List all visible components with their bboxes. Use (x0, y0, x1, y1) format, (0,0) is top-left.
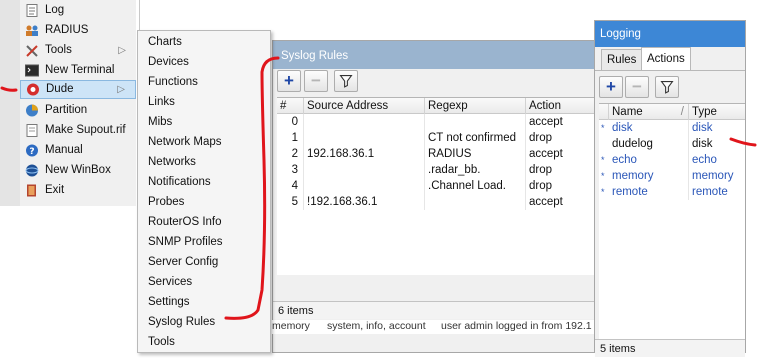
annotation-mark-dudelog (729, 137, 757, 147)
annotation-mark-dude (0, 86, 18, 92)
annotation-curve-syslog (224, 56, 280, 320)
annotation-overlay (0, 56, 757, 320)
